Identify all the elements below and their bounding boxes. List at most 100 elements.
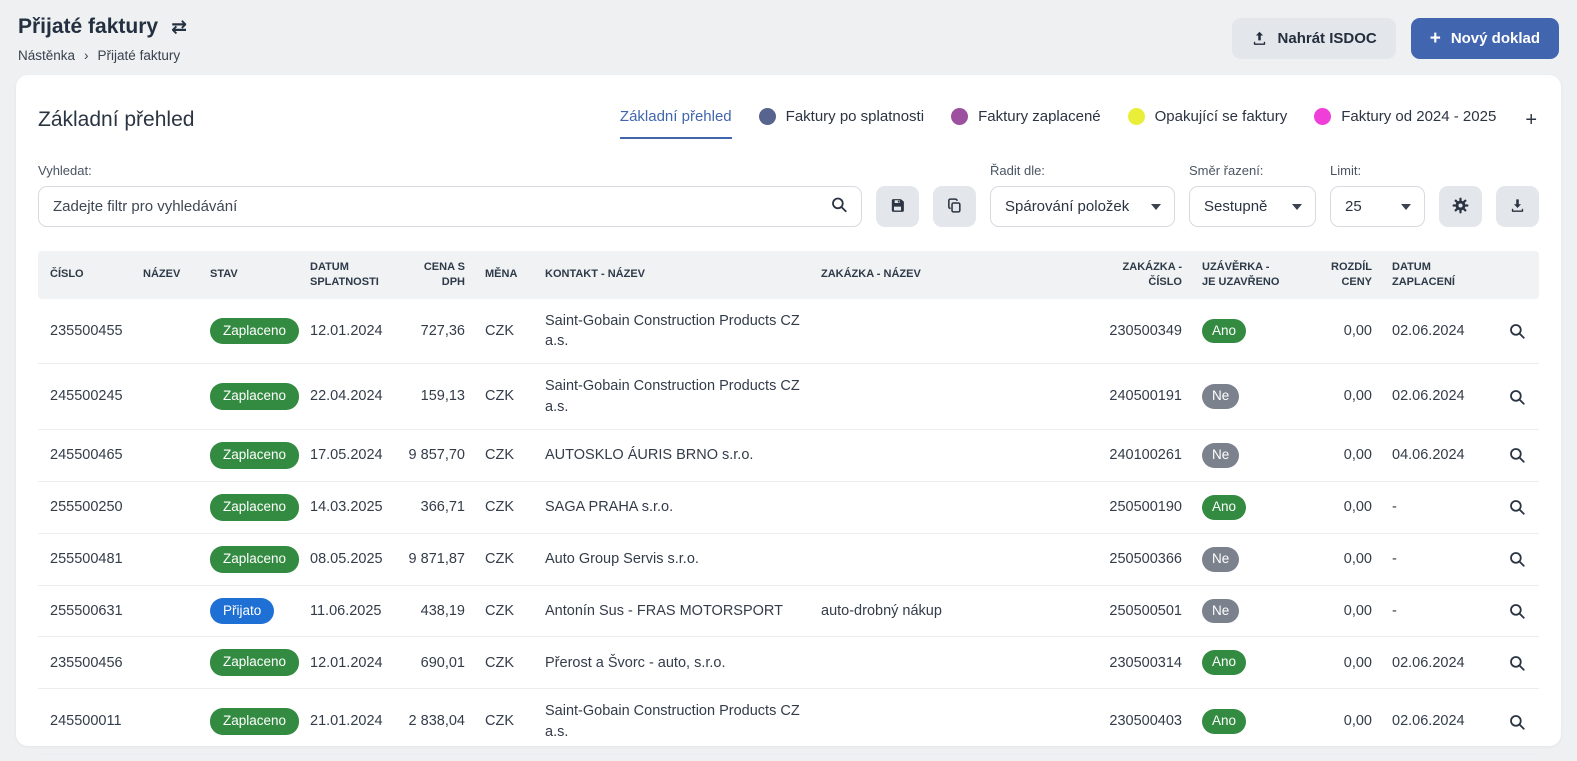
row-actions <box>1494 585 1539 637</box>
tab-item-2[interactable]: Opakující se faktury <box>1128 108 1288 139</box>
tab-item-3[interactable]: Faktury od 2024 - 2025 <box>1314 108 1496 139</box>
tab-label: Opakující se faktury <box>1155 108 1288 125</box>
order-number: 250500190 <box>1087 481 1192 533</box>
tab-label: Faktury od 2024 - 2025 <box>1341 108 1496 125</box>
price-difference: 0,00 <box>1292 481 1382 533</box>
tab-label: Faktury po splatnosti <box>786 108 924 125</box>
contact-name: Saint-Gobain Construction Products CZ a.… <box>535 299 811 364</box>
closure-closed: Ne <box>1192 585 1292 637</box>
closure-badge: Ano <box>1202 650 1246 675</box>
closure-closed: Ano <box>1192 481 1292 533</box>
table-row: 235500456Zaplaceno12.01.2024690,01CZKPře… <box>38 637 1539 689</box>
table-body: 235500455Zaplaceno12.01.2024727,36CZKSai… <box>38 299 1539 761</box>
upload-isdoc-button[interactable]: Nahrát ISDOC <box>1232 18 1396 59</box>
search-group: Vyhledat: <box>38 163 862 227</box>
sort-by-label: Řadit dle: <box>990 163 1175 178</box>
row-detail-search-button[interactable] <box>1504 446 1529 464</box>
view-tabs: Základní přehled Faktury po splatnosti Fa… <box>620 100 1539 139</box>
row-detail-search-button[interactable] <box>1504 498 1529 516</box>
topbar-left: Přijaté faktury ⇄ Nástěnka › Přijaté fak… <box>18 15 187 63</box>
table-row: 245500245Zaplaceno22.04.2024159,13CZKSai… <box>38 364 1539 430</box>
column-header: STAV <box>200 251 300 299</box>
currency: CZK <box>475 689 535 755</box>
search-label: Vyhledat: <box>38 163 862 178</box>
due-date: 12.01.2024 <box>300 637 395 689</box>
currency: CZK <box>475 364 535 430</box>
row-detail-search-button[interactable] <box>1504 388 1529 406</box>
row-actions <box>1494 364 1539 430</box>
price-with-vat: 644,44 <box>395 754 475 761</box>
table-settings-button[interactable] <box>1439 186 1482 227</box>
row-detail-search-button[interactable] <box>1504 713 1529 731</box>
status-badge: Zaplaceno <box>210 708 299 735</box>
price-difference: 0,00 <box>1292 689 1382 755</box>
price-difference: 0,00 <box>1292 364 1382 430</box>
tab-item-1[interactable]: Faktury zaplacené <box>951 108 1101 139</box>
export-download-button[interactable] <box>1496 186 1539 227</box>
tab-item-0[interactable]: Faktury po splatnosti <box>759 108 924 139</box>
sort-by-group: Řadit dle: Spárování položek <box>990 163 1175 227</box>
invoice-status: Zaplaceno <box>200 689 300 755</box>
breadcrumb-dashboard[interactable]: Nástěnka <box>18 48 75 63</box>
row-detail-search-button[interactable] <box>1504 322 1529 340</box>
row-actions <box>1494 299 1539 364</box>
status-badge: Zaplaceno <box>210 442 299 469</box>
order-name <box>811 299 1087 364</box>
order-name <box>811 364 1087 430</box>
breadcrumb-current: Přijaté faktury <box>98 48 181 63</box>
breadcrumb: Nástěnka › Přijaté faktury <box>18 48 187 63</box>
invoice-name <box>133 689 200 755</box>
sort-by-select[interactable]: Spárování položek <box>990 186 1175 227</box>
column-header: DATUM ZAPLACENÍ <box>1382 251 1494 299</box>
card-heading: Základní přehled <box>38 108 194 132</box>
limit-select[interactable]: 25 <box>1330 186 1425 227</box>
contact-name: AUTOSKLA - TRADE s.r.o. <box>535 754 811 761</box>
page-title: Přijaté faktury <box>18 15 158 39</box>
plus-icon: + <box>1430 29 1441 48</box>
column-header: CENA S DPH <box>395 251 475 299</box>
topbar: Přijaté faktury ⇄ Nástěnka › Přijaté fak… <box>0 0 1577 75</box>
due-date: 14.03.2025 <box>300 481 395 533</box>
contact-name: Saint-Gobain Construction Products CZ a.… <box>535 689 811 755</box>
currency: CZK <box>475 754 535 761</box>
invoice-name <box>133 637 200 689</box>
contact-name: Saint-Gobain Construction Products CZ a.… <box>535 364 811 430</box>
price-difference: 0,00 <box>1292 585 1382 637</box>
sort-direction-value: Sestupně <box>1204 198 1267 215</box>
limit-label: Limit: <box>1330 163 1425 178</box>
closure-closed: Ano <box>1192 637 1292 689</box>
invoice-number: 245500011 <box>38 689 133 755</box>
column-header: KONTAKT - NÁZEV <box>535 251 811 299</box>
due-date: 21.01.2024 <box>300 689 395 755</box>
price-with-vat: 366,71 <box>395 481 475 533</box>
status-badge: Přijato <box>210 598 274 625</box>
row-detail-search-button[interactable] <box>1504 550 1529 568</box>
swap-icon[interactable]: ⇄ <box>171 18 187 37</box>
save-filter-button[interactable] <box>876 186 919 227</box>
add-tab-button[interactable]: + <box>1523 108 1539 132</box>
currency: CZK <box>475 585 535 637</box>
download-icon <box>1509 197 1526 217</box>
search-input[interactable] <box>38 186 862 227</box>
due-date: 22.04.2024 <box>300 364 395 430</box>
invoice-number: 255500481 <box>38 533 133 585</box>
invoice-status: Zaplaceno <box>200 481 300 533</box>
row-actions <box>1494 533 1539 585</box>
closure-closed: Ano <box>1192 299 1292 364</box>
table-row: 245500465Zaplaceno17.05.20249 857,70CZKA… <box>38 429 1539 481</box>
due-date: 11.06.2025 <box>300 585 395 637</box>
order-number: 240100261 <box>1087 429 1192 481</box>
row-detail-search-button[interactable] <box>1504 602 1529 620</box>
due-date: 08.05.2025 <box>300 533 395 585</box>
row-detail-search-button[interactable] <box>1504 654 1529 672</box>
currency: CZK <box>475 637 535 689</box>
invoices-table: ČÍSLONÁZEVSTAVDATUM SPLATNOSTICENA S DPH… <box>38 251 1539 761</box>
copy-filter-button[interactable] <box>933 186 976 227</box>
sort-direction-select[interactable]: Sestupně <box>1189 186 1316 227</box>
invoice-status: Zaplaceno <box>200 364 300 430</box>
price-with-vat: 690,01 <box>395 637 475 689</box>
new-document-button[interactable]: + Nový doklad <box>1411 18 1559 59</box>
due-date: 12.01.2024 <box>300 299 395 364</box>
tab-zakladni-prehled[interactable]: Základní přehled <box>620 108 732 139</box>
price-with-vat: 9 857,70 <box>395 429 475 481</box>
